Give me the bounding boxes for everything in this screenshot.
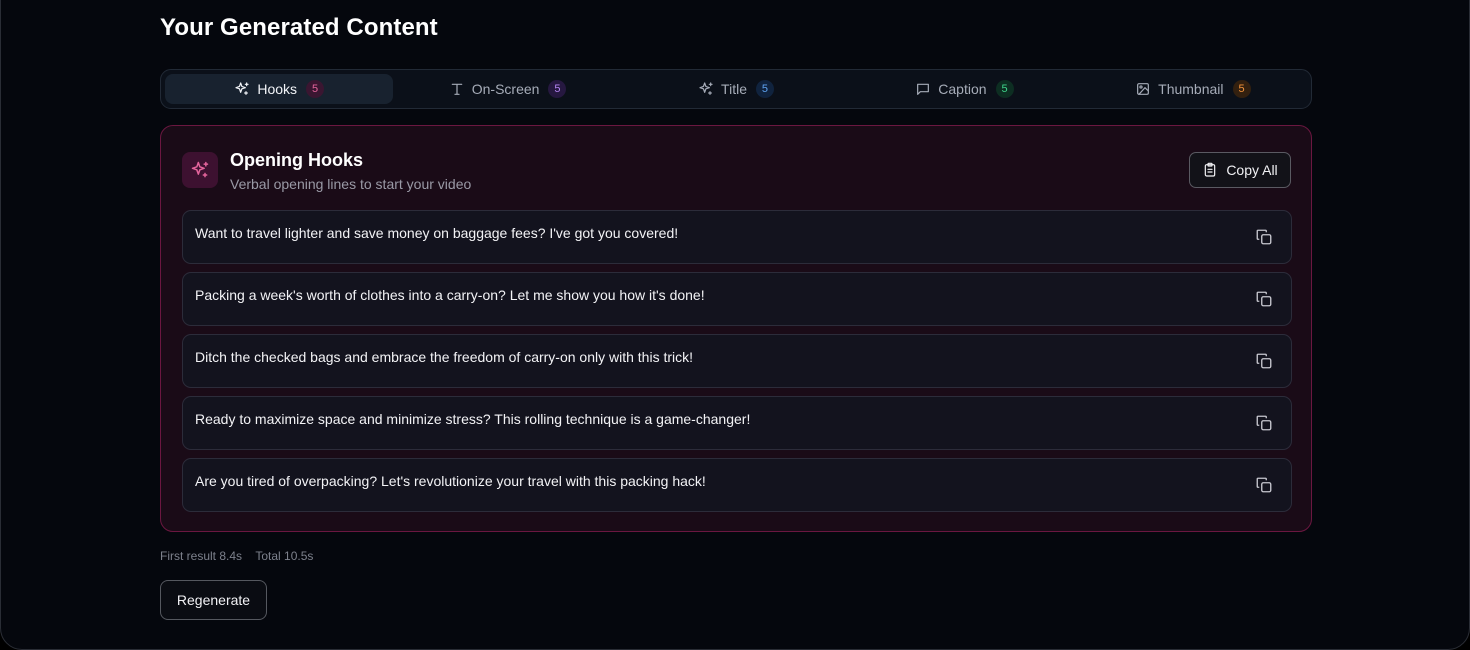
hook-item: Want to travel lighter and save money on… [182,210,1292,264]
tab-label: Thumbnail [1158,81,1224,97]
copy-icon[interactable] [1255,228,1273,246]
hook-item: Packing a week's worth of clothes into a… [182,272,1292,326]
tab-count-badge: 5 [548,80,567,98]
tab-count-badge: 5 [755,80,774,98]
tab-count-badge: 5 [1232,80,1251,98]
hooks-panel: Opening Hooks Verbal opening lines to st… [160,125,1312,532]
tab-thumbnail[interactable]: Thumbnail 5 [1079,74,1307,104]
copy-all-label: Copy All [1226,162,1278,178]
hook-text: Packing a week's worth of clothes into a… [195,287,705,303]
copy-icon[interactable] [1255,352,1273,370]
tab-label: On-Screen [471,81,540,97]
hook-item: Ditch the checked bags and embrace the f… [182,334,1292,388]
page-title: Your Generated Content [160,14,438,41]
hook-text: Are you tired of overpacking? Let's revo… [195,473,706,489]
hook-text: Want to travel lighter and save money on… [195,225,679,241]
first-result-time: First result 8.4s [160,549,243,563]
hook-item: Are you tired of overpacking? Let's revo… [182,458,1292,512]
panel-icon [182,152,218,188]
app-frame: Your Generated Content Hooks 5 On-Screen… [0,0,1470,650]
tab-hooks[interactable]: Hooks 5 [165,74,394,104]
sparkles-icon [191,161,209,178]
copy-icon[interactable] [1255,476,1273,494]
hook-text: Ditch the checked bags and embrace the f… [195,349,694,365]
sparkles-icon [699,82,713,95]
panel-title: Opening Hooks [230,150,364,170]
tab-label: Title [721,81,747,97]
tab-label: Caption [938,81,987,97]
tab-count-badge: 5 [306,80,325,98]
tab-caption[interactable]: Caption 5 [850,74,1078,104]
clipboard-icon [1205,162,1216,177]
text-icon [451,83,463,95]
tab-title[interactable]: Title 5 [622,74,850,104]
total-time: Total 10.5s [255,549,314,563]
tab-on-screen[interactable]: On-Screen 5 [393,74,621,104]
image-icon [1137,83,1150,95]
hook-text: Ready to maximize space and minimize str… [195,411,751,427]
copy-icon[interactable] [1255,414,1273,432]
hook-item: Ready to maximize space and minimize str… [182,396,1292,450]
regenerate-button[interactable]: Regenerate [160,580,267,620]
content-tabs: Hooks 5 On-Screen 5 Title 5 Caption 5 Th… [160,69,1312,109]
sparkles-icon [235,82,249,95]
copy-all-button[interactable]: Copy All [1189,152,1291,188]
timing-stats: First result 8.4s Total 10.5s [160,549,313,563]
copy-icon[interactable] [1255,290,1273,308]
tab-count-badge: 5 [995,80,1014,98]
message-square-icon [917,83,930,95]
tab-label: Hooks [257,81,298,97]
panel-subtitle: Verbal opening lines to start your video [230,176,472,192]
